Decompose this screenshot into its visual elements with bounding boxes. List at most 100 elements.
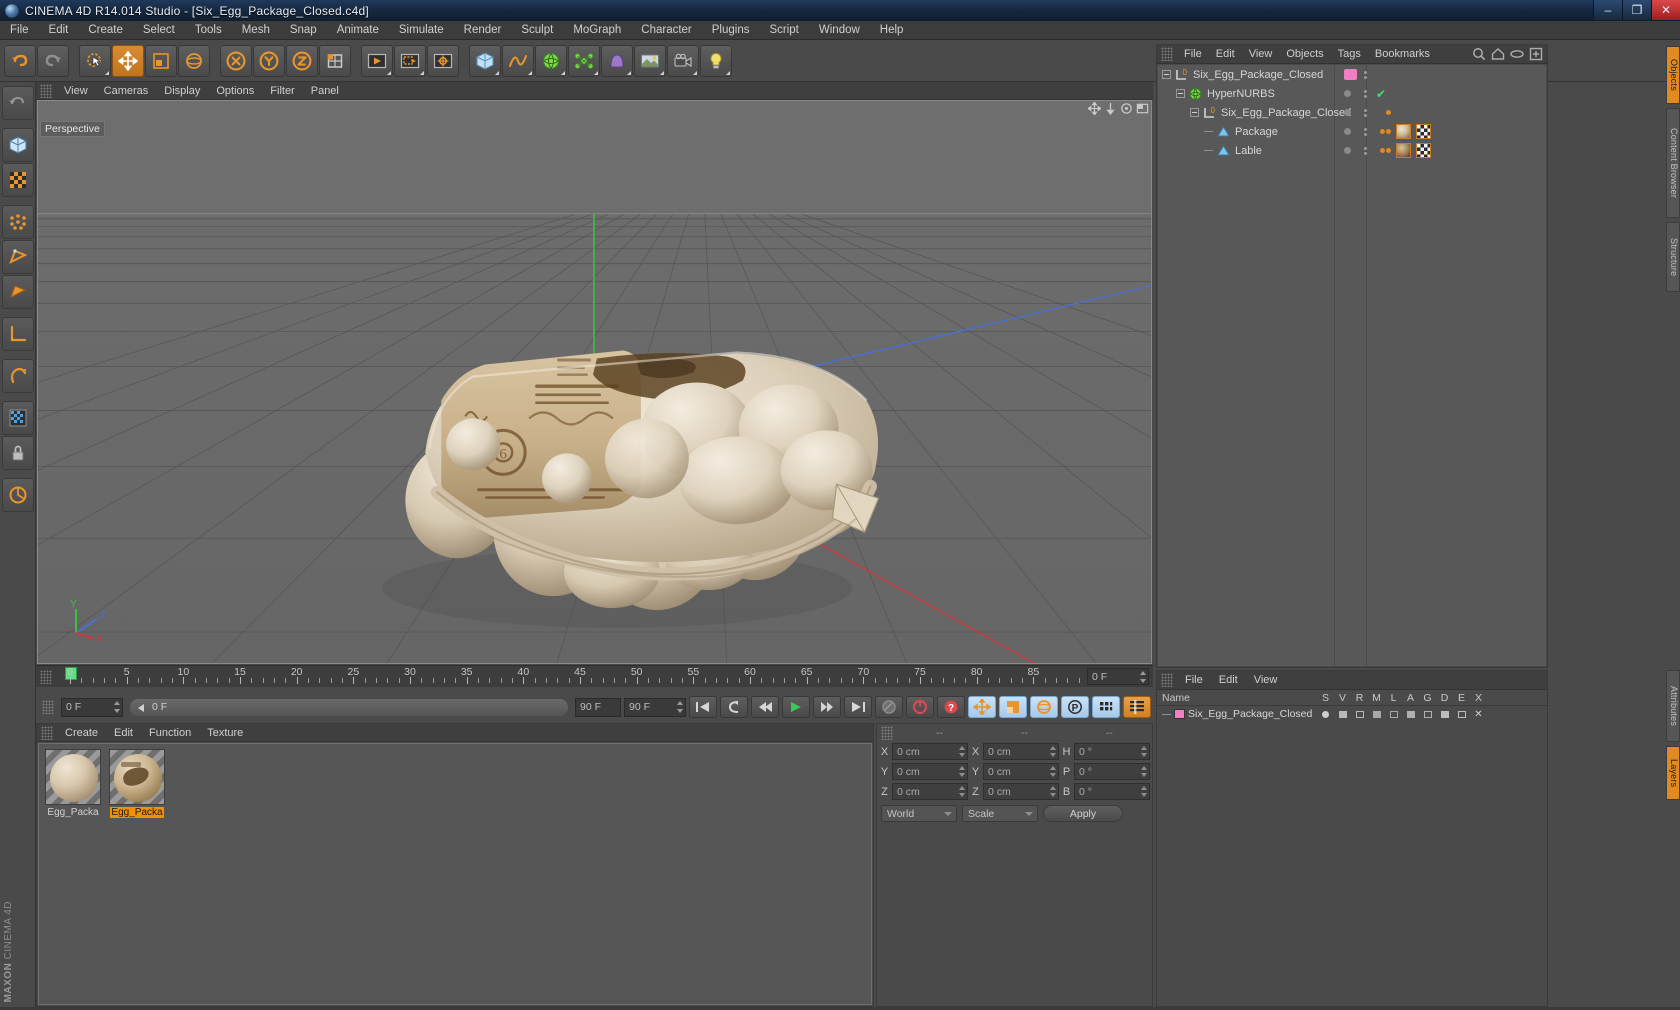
viewport-menu-panel[interactable]: Panel — [303, 82, 347, 100]
rotation-h-input[interactable]: 0 ° — [1074, 743, 1150, 760]
layer-menu-edit[interactable]: Edit — [1211, 671, 1246, 690]
autokeying-button[interactable] — [906, 696, 934, 718]
object-enable-dot[interactable] — [1344, 122, 1351, 141]
object-visibility-dots[interactable] — [1364, 141, 1367, 160]
rotation-p-input[interactable]: 0 ° — [1074, 763, 1150, 780]
menu-script[interactable]: Script — [759, 21, 808, 40]
object-visibility-dots[interactable] — [1364, 103, 1367, 122]
menu-mesh[interactable]: Mesh — [232, 21, 280, 40]
menu-snap[interactable]: Snap — [280, 21, 327, 40]
menu-tools[interactable]: Tools — [185, 21, 232, 40]
menu-mograph[interactable]: MoGraph — [563, 21, 631, 40]
object-tag-dots[interactable] — [1380, 141, 1391, 160]
size-z-input[interactable]: 0 cm — [983, 783, 1059, 800]
viewport-menu-view[interactable]: View — [56, 82, 96, 100]
object-tree[interactable]: 0 Six_Egg_Package_Closed HyperNURBS ✔ 0 … — [1158, 65, 1546, 666]
maximize-button[interactable]: ❐ — [1622, 0, 1651, 20]
layer-row[interactable]: Six_Egg_Package_Closed ✕ — [1157, 706, 1547, 722]
layer-toggle-e[interactable] — [1453, 710, 1470, 718]
material-tag-icon[interactable] — [1396, 122, 1411, 141]
model-mode-tool[interactable] — [1, 128, 34, 162]
material-menu-function[interactable]: Function — [141, 724, 199, 742]
material-item[interactable]: Egg_Packa — [44, 749, 102, 818]
layer-toggle-x[interactable]: ✕ — [1470, 709, 1487, 720]
menu-create[interactable]: Create — [78, 21, 133, 40]
material-thumbnail[interactable] — [45, 749, 101, 805]
size-x-input[interactable]: 0 cm — [983, 743, 1059, 760]
menu-window[interactable]: Window — [809, 21, 870, 40]
workplane-mode-tool[interactable] — [1, 478, 34, 512]
keyframe-selection-button[interactable]: ? — [937, 696, 965, 718]
object-row-six-egg-package-closed[interactable]: 0 Six_Egg_Package_Closed — [1158, 65, 1546, 84]
add-environment-button[interactable] — [634, 44, 666, 77]
pan-view-icon[interactable] — [1088, 102, 1101, 115]
redo-button[interactable] — [37, 44, 69, 77]
minimize-button[interactable]: – — [1593, 0, 1622, 20]
spinner-icon[interactable] — [958, 786, 965, 797]
object-axis-tool[interactable] — [1, 317, 34, 351]
size-mode-dropdown[interactable]: Scale — [962, 805, 1038, 822]
spinner-icon[interactable] — [113, 700, 120, 713]
apply-button[interactable]: Apply — [1043, 805, 1123, 822]
panel-grip-icon[interactable] — [881, 726, 893, 740]
undo-button[interactable] — [4, 44, 36, 77]
go-back-one-frame-button[interactable] — [720, 696, 748, 718]
material-menu-edit[interactable]: Edit — [106, 724, 141, 742]
spinner-icon[interactable] — [1049, 786, 1056, 797]
lock-workplane-tool[interactable] — [1, 436, 34, 470]
menu-edit[interactable]: Edit — [39, 21, 79, 40]
spinner-icon[interactable] — [1140, 786, 1147, 797]
object-visibility-dots[interactable] — [1364, 122, 1367, 141]
size-y-input[interactable]: 0 cm — [983, 763, 1059, 780]
layer-name-cell[interactable]: Six_Egg_Package_Closed — [1157, 708, 1317, 720]
viewport-menu-options[interactable]: Options — [208, 82, 262, 100]
material-list[interactable]: Egg_Packa Egg_Packa — [38, 743, 872, 1005]
panel-grip-icon[interactable] — [42, 700, 54, 714]
add-deformer-button[interactable] — [601, 44, 633, 77]
panel-grip-icon[interactable] — [41, 725, 53, 740]
render-settings-button[interactable] — [427, 44, 459, 77]
play-backwards-button[interactable] — [751, 696, 779, 718]
coordinate-system-dropdown[interactable]: World — [881, 805, 957, 822]
enable-axis-modification-tool[interactable] — [1, 359, 34, 393]
rotation-b-input[interactable]: 0 ° — [1074, 783, 1150, 800]
menu-file[interactable]: File — [0, 21, 39, 40]
viewport-solo-tool[interactable] — [1, 401, 34, 435]
point-level-animation-toggle[interactable] — [1092, 696, 1120, 718]
viewport-menu-display[interactable]: Display — [156, 82, 208, 100]
spinner-icon[interactable] — [958, 766, 965, 777]
layer-menu-file[interactable]: File — [1177, 671, 1211, 690]
add-layer-icon[interactable] — [1529, 47, 1543, 61]
layer-toggle-r[interactable] — [1351, 710, 1368, 718]
layer-toggle-l[interactable] — [1385, 710, 1402, 718]
spinner-icon[interactable] — [1140, 766, 1147, 777]
add-spline-button[interactable] — [502, 44, 534, 77]
add-hypernurbs-button[interactable] — [535, 44, 567, 77]
material-thumbnail[interactable] — [109, 749, 165, 805]
object-tag-dots[interactable] — [1380, 122, 1391, 141]
menu-select[interactable]: Select — [133, 21, 185, 40]
lock-x-axis-button[interactable] — [220, 44, 252, 77]
panel-grip-icon[interactable] — [40, 669, 52, 684]
lock-z-axis-button[interactable] — [286, 44, 318, 77]
parameter-key-toggle[interactable]: P — [1061, 696, 1089, 718]
document-end-field[interactable]: 90 F — [624, 697, 686, 717]
rotate-view-icon[interactable] — [1120, 102, 1133, 115]
object-row-package[interactable]: Package — [1158, 122, 1546, 141]
panel-grip-icon[interactable] — [1161, 47, 1173, 61]
lock-y-axis-button[interactable] — [253, 44, 285, 77]
zoom-view-icon[interactable] — [1104, 102, 1117, 115]
add-light-button[interactable] — [700, 44, 732, 77]
go-forward-one-frame-button[interactable] — [813, 696, 841, 718]
menu-plugins[interactable]: Plugins — [702, 21, 760, 40]
undo-view-button[interactable] — [1, 86, 34, 120]
texture-mode-tool[interactable] — [1, 163, 34, 197]
material-tag-icon[interactable] — [1396, 141, 1411, 160]
layer-color-swatch[interactable] — [1174, 709, 1185, 719]
collapse-expand-icon[interactable] — [1176, 89, 1185, 98]
menu-help[interactable]: Help — [870, 21, 914, 40]
object-menu-view[interactable]: View — [1242, 45, 1280, 64]
menu-animate[interactable]: Animate — [327, 21, 389, 40]
spinner-icon[interactable] — [1140, 746, 1147, 757]
dock-tab-structure[interactable]: Structure — [1666, 222, 1680, 292]
